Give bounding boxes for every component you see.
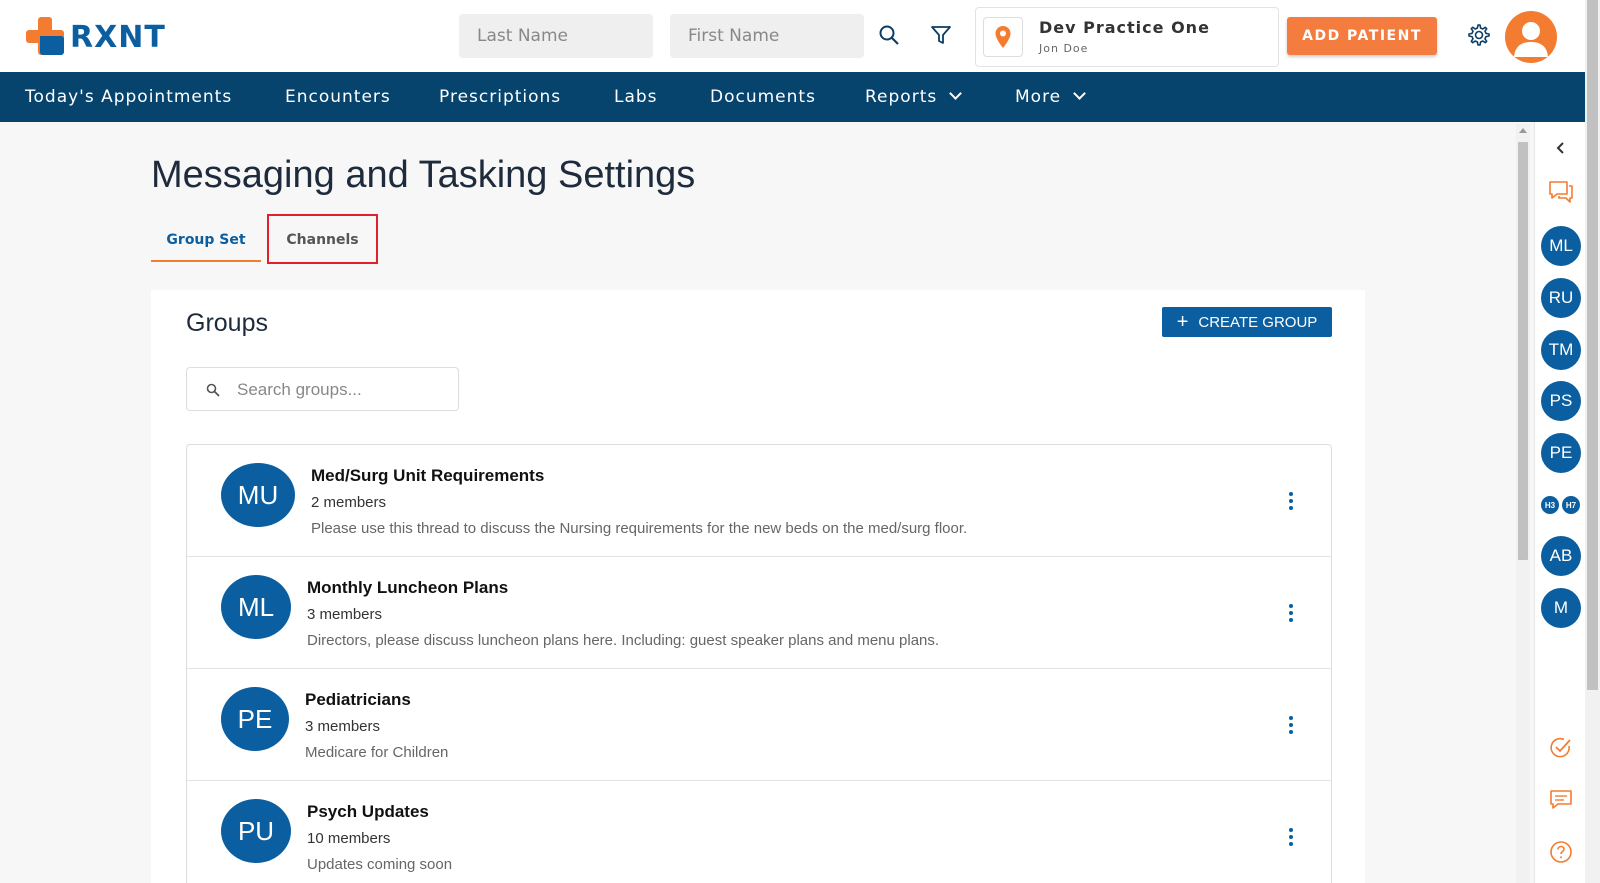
scrollbar-thumb[interactable]: [1518, 142, 1528, 560]
nav-prescriptions[interactable]: Prescriptions: [439, 72, 561, 122]
user-avatar[interactable]: [1505, 11, 1557, 63]
conversation-avatar[interactable]: PE: [1541, 433, 1581, 473]
more-options-icon[interactable]: [1281, 601, 1301, 625]
filter-icon[interactable]: [926, 20, 956, 50]
nav-labs[interactable]: Labs: [614, 72, 658, 122]
plus-icon: +: [1176, 311, 1189, 333]
groups-heading: Groups: [186, 309, 268, 337]
first-name-input[interactable]: [670, 14, 864, 58]
conversation-avatar[interactable]: AB: [1541, 536, 1581, 576]
nav-encounters[interactable]: Encounters: [285, 72, 391, 122]
nav-reports[interactable]: Reports: [865, 72, 963, 122]
practice-selector[interactable]: Dev Practice One Jon Doe: [975, 7, 1279, 67]
nav-documents[interactable]: Documents: [710, 72, 816, 122]
message-icon[interactable]: [1547, 786, 1575, 814]
group-name: Psych Updates: [307, 802, 429, 821]
app-header: RXNT Dev Practice One Jon Doe ADD PATIEN…: [0, 0, 1600, 72]
chat-bubbles-icon[interactable]: [1547, 178, 1575, 206]
group-search-box: [186, 367, 459, 411]
create-group-button[interactable]: + CREATE GROUP: [1162, 307, 1332, 337]
collapse-chevron-icon[interactable]: [1547, 134, 1575, 162]
more-options-icon[interactable]: [1281, 825, 1301, 849]
create-group-label: CREATE GROUP: [1198, 313, 1318, 331]
conversation-avatar[interactable]: ML: [1541, 226, 1581, 266]
task-check-icon[interactable]: [1547, 734, 1575, 762]
practice-name: Dev Practice One: [1039, 18, 1210, 37]
tab-channels[interactable]: Channels: [267, 214, 378, 264]
group-avatar: ML: [221, 575, 291, 639]
group-description: Please use this thread to discuss the Nu…: [311, 520, 968, 537]
location-pin-icon: [983, 17, 1023, 57]
search-icon[interactable]: [874, 20, 904, 50]
messaging-sidebar: ML RU TM PS PE H3 H7 AB M: [1534, 122, 1585, 883]
group-avatar: MU: [221, 463, 295, 527]
search-icon: [206, 383, 220, 397]
last-name-input[interactable]: [459, 14, 653, 58]
group-description: Updates coming soon: [307, 856, 453, 873]
conversation-mini-avatar[interactable]: H7: [1562, 496, 1580, 514]
tab-group-set[interactable]: Group Set: [151, 218, 261, 262]
group-member-count: 10 members: [307, 830, 391, 847]
list-item[interactable]: ML Monthly Luncheon Plans 3 members Dire…: [187, 557, 1331, 669]
help-icon[interactable]: [1547, 838, 1575, 866]
conversation-mini-avatar[interactable]: H3: [1541, 496, 1559, 514]
group-member-count: 2 members: [311, 494, 387, 511]
chevron-down-icon: [949, 87, 963, 100]
group-description: Directors, please discuss luncheon plans…: [307, 632, 940, 649]
chevron-down-icon: [1073, 87, 1087, 100]
group-avatar: PU: [221, 799, 291, 863]
groups-panel: Groups + CREATE GROUP MU Med/Surg Unit R…: [151, 290, 1365, 883]
conversation-avatar[interactable]: PS: [1541, 381, 1581, 421]
more-options-icon[interactable]: [1281, 489, 1301, 513]
logo-cross-icon: [26, 17, 66, 57]
group-avatar: PE: [221, 687, 289, 751]
list-item[interactable]: PE Pediatricians 3 members Medicare for …: [187, 669, 1331, 781]
page-scrollbar-thumb[interactable]: [1587, 0, 1598, 690]
group-name: Monthly Luncheon Plans: [307, 578, 509, 597]
group-search-input[interactable]: [237, 378, 447, 402]
group-member-count: 3 members: [307, 606, 383, 623]
group-description: Medicare for Children: [305, 744, 449, 761]
list-item[interactable]: MU Med/Surg Unit Requirements 2 members …: [187, 445, 1331, 557]
group-member-count: 3 members: [305, 718, 381, 735]
nav-todays-appointments[interactable]: Today's Appointments: [25, 72, 232, 122]
logo-text: RXNT: [70, 19, 166, 55]
group-name: Med/Surg Unit Requirements: [311, 466, 545, 485]
rxnt-logo[interactable]: RXNT: [26, 17, 166, 57]
group-list: MU Med/Surg Unit Requirements 2 members …: [186, 444, 1332, 883]
group-name: Pediatricians: [305, 690, 411, 709]
main-nav: Today's Appointments Encounters Prescrip…: [0, 72, 1585, 122]
scroll-up-icon[interactable]: [1519, 128, 1527, 133]
conversation-avatar[interactable]: M: [1541, 588, 1581, 628]
gear-icon[interactable]: [1464, 20, 1494, 50]
page-scrollbar[interactable]: [1585, 0, 1600, 883]
conversation-avatar[interactable]: TM: [1541, 330, 1581, 370]
add-patient-button[interactable]: ADD PATIENT: [1287, 17, 1437, 55]
conversation-avatar[interactable]: RU: [1541, 278, 1581, 318]
practice-user: Jon Doe: [1039, 42, 1089, 55]
page-title: Messaging and Tasking Settings: [151, 154, 696, 196]
content-scrollbar[interactable]: [1516, 124, 1530, 883]
nav-more[interactable]: More: [1015, 72, 1087, 122]
more-options-icon[interactable]: [1281, 713, 1301, 737]
list-item[interactable]: PU Psych Updates 10 members Updates comi…: [187, 781, 1331, 883]
